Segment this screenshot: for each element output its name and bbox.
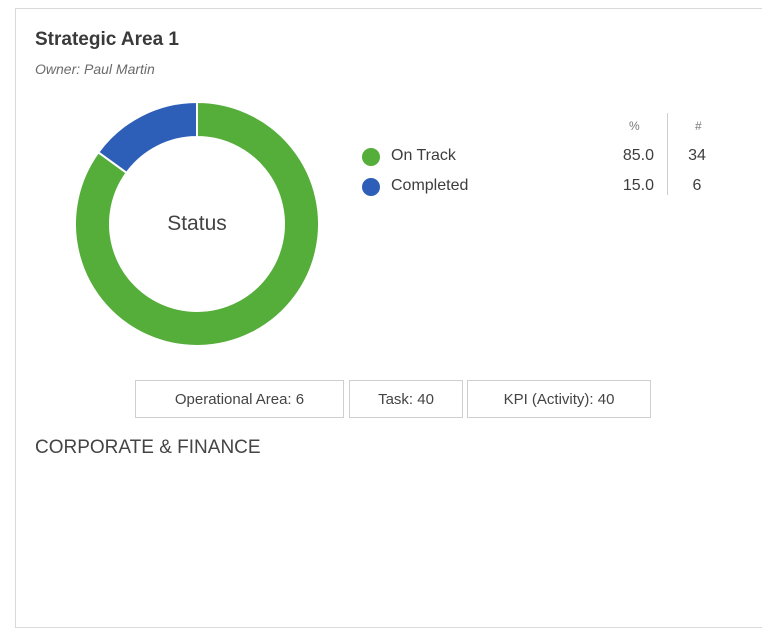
card-title: Strategic Area 1 bbox=[35, 29, 179, 50]
strategic-area-card: Strategic Area 1 Owner: Paul Martin Stat… bbox=[15, 8, 762, 628]
status-legend: % # On Track 85.0 34 Completed 15.0 6 bbox=[362, 113, 722, 203]
legend-dot-completed bbox=[362, 178, 380, 196]
legend-dot-on-track bbox=[362, 148, 380, 166]
operational-area-button[interactable]: Operational Area: 6 bbox=[135, 380, 344, 418]
task-count-button[interactable]: Task: 40 bbox=[349, 380, 463, 418]
legend-item-completed[interactable]: Completed 15.0 6 bbox=[362, 175, 722, 199]
section-label: CORPORATE & FINANCE bbox=[35, 437, 261, 458]
status-donut-chart: Status bbox=[72, 99, 322, 349]
legend-label: On Track bbox=[391, 147, 456, 164]
card-owner: Owner: Paul Martin bbox=[35, 61, 155, 77]
legend-percent: 85.0 bbox=[622, 147, 654, 164]
donut-svg bbox=[74, 100, 320, 347]
legend-header-count: # bbox=[695, 119, 702, 133]
legend-item-on-track[interactable]: On Track 85.0 34 bbox=[362, 145, 722, 169]
legend-count: 6 bbox=[692, 177, 702, 194]
legend-label: Completed bbox=[391, 177, 469, 194]
donut-slice-completed[interactable] bbox=[96, 100, 198, 175]
legend-header-percent: % bbox=[629, 119, 640, 133]
legend-count: 34 bbox=[688, 147, 706, 164]
kpi-activity-button[interactable]: KPI (Activity): 40 bbox=[467, 380, 651, 418]
legend-percent: 15.0 bbox=[622, 177, 654, 194]
